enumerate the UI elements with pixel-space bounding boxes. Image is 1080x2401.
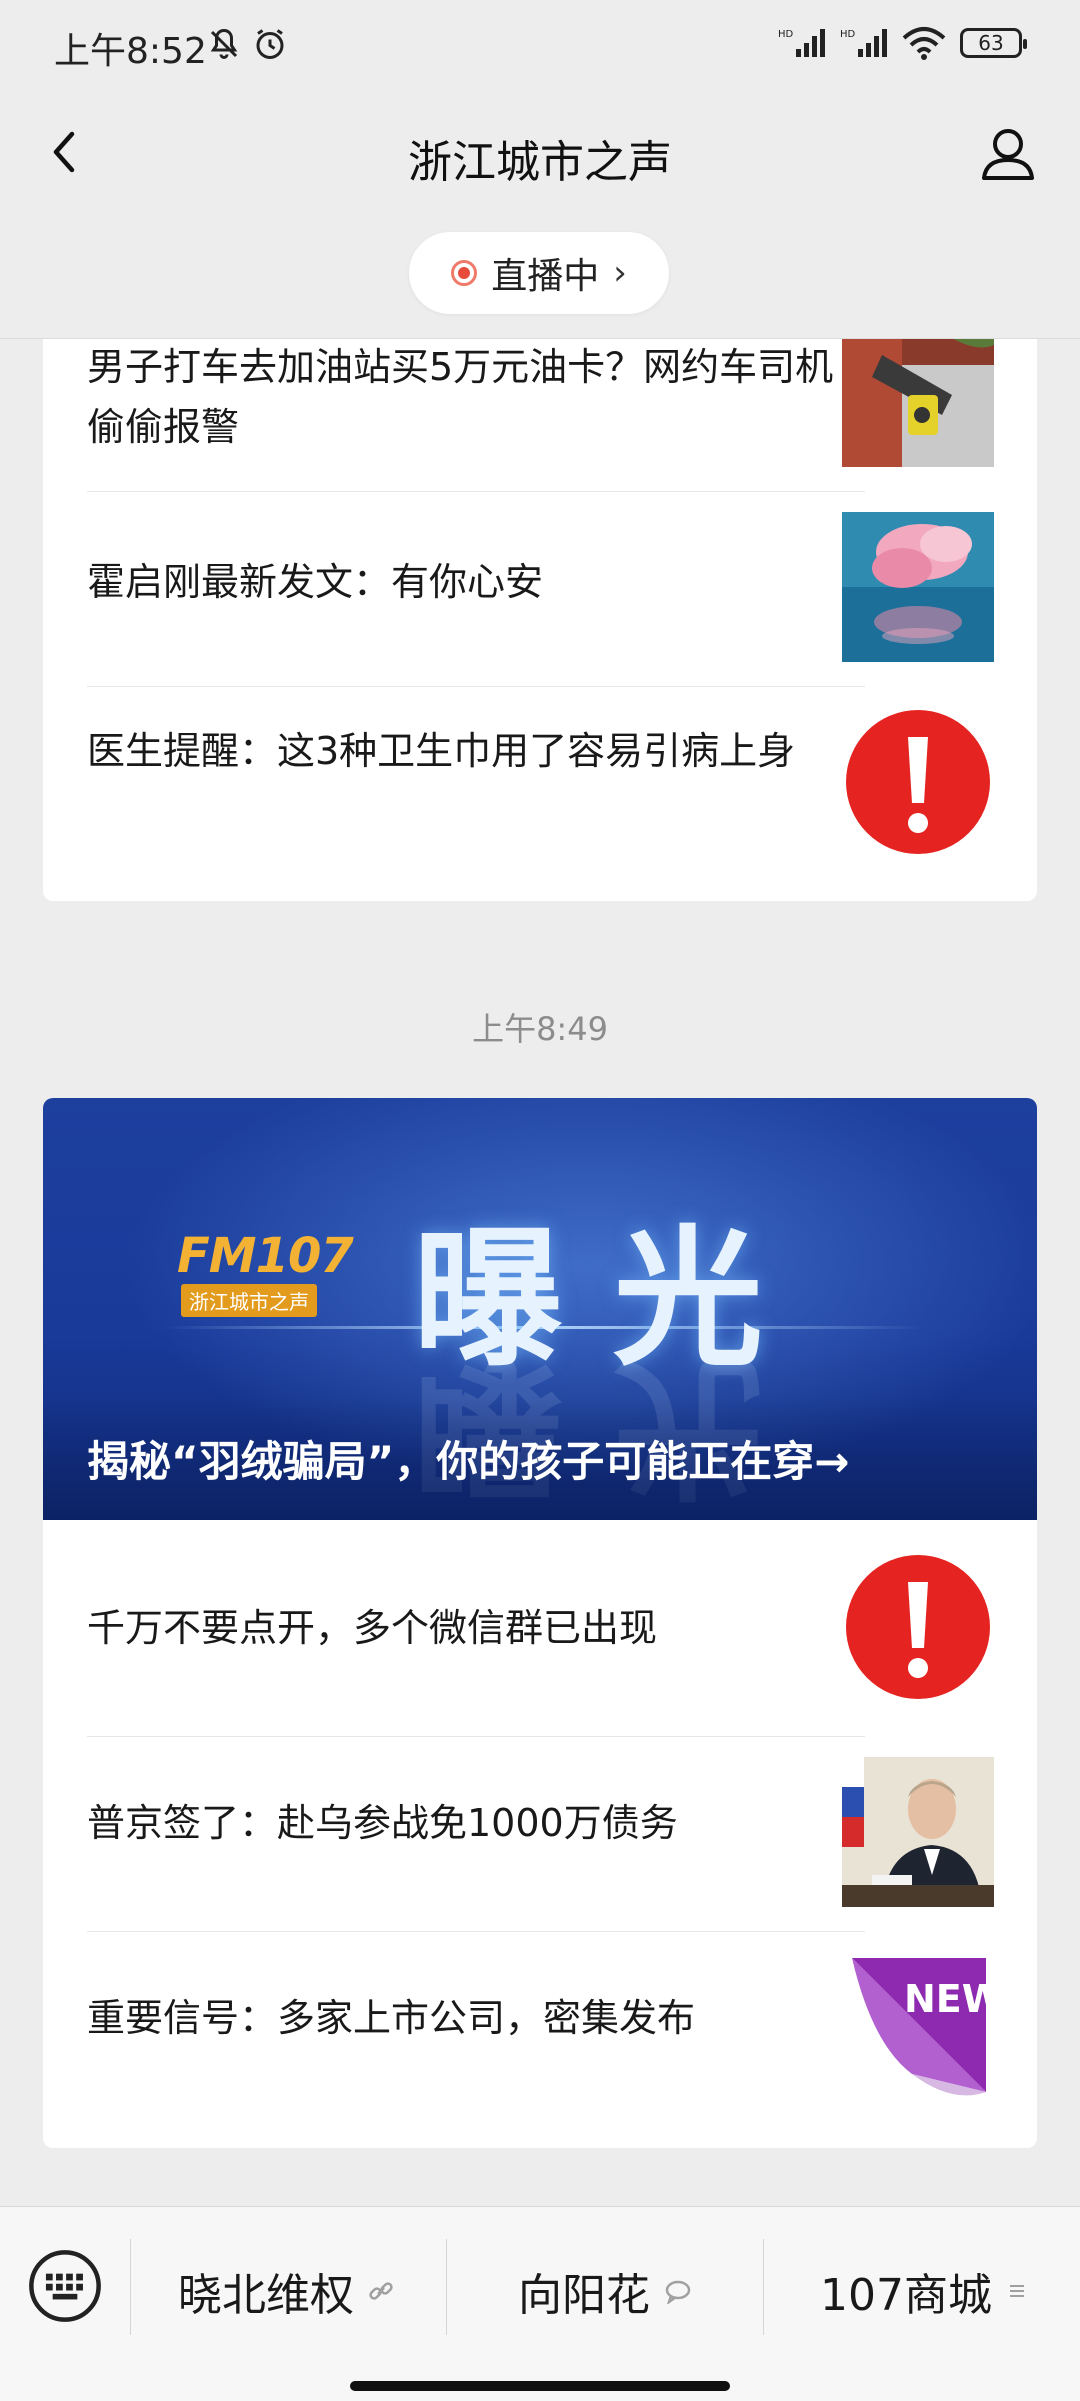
new-badge: NEW <box>842 1954 994 2104</box>
profile-icon[interactable] <box>976 122 1040 186</box>
svg-text:NEW: NEW <box>904 1977 994 2021</box>
live-dot-icon <box>451 260 478 286</box>
menu-item-label: 晓北维权 <box>178 2270 354 2321</box>
svg-text:HD: HD <box>778 29 794 40</box>
list-item[interactable]: 男子打车去加油站买5万元油卡？网约车司机偷偷报警 <box>43 339 1037 489</box>
warning-icon <box>842 1552 994 1702</box>
article-title: 重要信号：多家上市公司，密集发布 <box>87 1996 696 2040</box>
battery-indicator: 63 <box>960 28 1027 58</box>
list-item[interactable]: 重要信号：多家上市公司，密集发布 NEW <box>43 1932 1037 2148</box>
bottom-menu-bar: 晓北维权 向阳花 107商城 <box>0 2206 1080 2401</box>
menu-item-label: 107商城 <box>820 2270 992 2321</box>
list-item[interactable]: 千万不要点开，多个微信群已出现 <box>43 1520 1037 1734</box>
svg-text:HD: HD <box>840 29 856 40</box>
menu-item-xiangyanghua[interactable]: 向阳花 <box>518 2259 692 2323</box>
gas-pump-photo <box>842 339 994 467</box>
live-label: 直播中 <box>491 256 600 297</box>
menu-icon <box>1009 2285 1024 2297</box>
list-item[interactable]: 霍启刚最新发文：有你心安 <box>43 492 1037 686</box>
home-indicator[interactable] <box>350 2381 730 2391</box>
article-title: 千万不要点开，多个微信群已出现 <box>87 1606 658 1650</box>
signal-icon: HD <box>778 29 825 57</box>
article-title: 医生提醒：这3种卫生巾用了容易引病上身 <box>87 729 796 773</box>
article-card: 男子打车去加油站买5万元油卡？网约车司机偷偷报警 霍启刚最新发文：有你心安 医生… <box>43 339 1037 901</box>
list-item[interactable]: 普京签了：赴乌参战免1000万债务 <box>43 1737 1037 1931</box>
menu-item-label: 向阳花 <box>518 2270 650 2321</box>
alarm-icon <box>256 29 284 59</box>
putin-photo <box>842 1757 994 1907</box>
live-button[interactable]: 直播中 › <box>409 232 669 314</box>
chevron-right-icon: › <box>613 253 627 293</box>
article-card: FM107 浙江城市之声 曝光 曝光 揭秘“羽绒骗局”，你的孩子可能正在穿→ 千… <box>43 1098 1037 2148</box>
article-title: 男子打车去加油站买5万元油卡？网约车司机偷偷报警 <box>87 345 834 449</box>
article-banner[interactable]: FM107 浙江城市之声 曝光 曝光 揭秘“羽绒骗局”，你的孩子可能正在穿→ <box>43 1098 1037 1520</box>
header: 浙江城市之声 <box>0 92 1080 220</box>
chat-icon <box>665 2280 691 2304</box>
status-time: 上午8:52 <box>54 31 207 72</box>
pink-flower-photo <box>842 512 994 662</box>
article-title: 普京签了：赴乌参战免1000万债务 <box>87 1801 678 1845</box>
message-timestamp: 上午8:49 <box>472 1010 608 1048</box>
list-item[interactable]: 医生提醒：这3种卫生巾用了容易引病上身 <box>43 687 1037 901</box>
fm107-logo: FM107 浙江城市之声 <box>177 1228 357 1317</box>
page-title: 浙江城市之声 <box>408 137 672 188</box>
banner-caption: 揭秘“羽绒骗局”，你的孩子可能正在穿→ <box>87 1437 850 1486</box>
article-title: 霍启刚最新发文：有你心安 <box>87 560 544 604</box>
menu-item-xiaobei[interactable]: 晓北维权 <box>178 2259 394 2323</box>
menu-item-107-mall[interactable]: 107商城 <box>820 2259 1028 2323</box>
warning-icon <box>842 707 994 857</box>
keyboard-icon[interactable] <box>28 2249 102 2323</box>
link-icon <box>369 2282 393 2300</box>
wifi-icon <box>902 27 946 60</box>
mute-bell-icon <box>210 28 238 59</box>
signal-icon-2: HD <box>840 29 887 57</box>
status-bar: 上午8:52 HD HD 63 <box>0 0 1080 92</box>
